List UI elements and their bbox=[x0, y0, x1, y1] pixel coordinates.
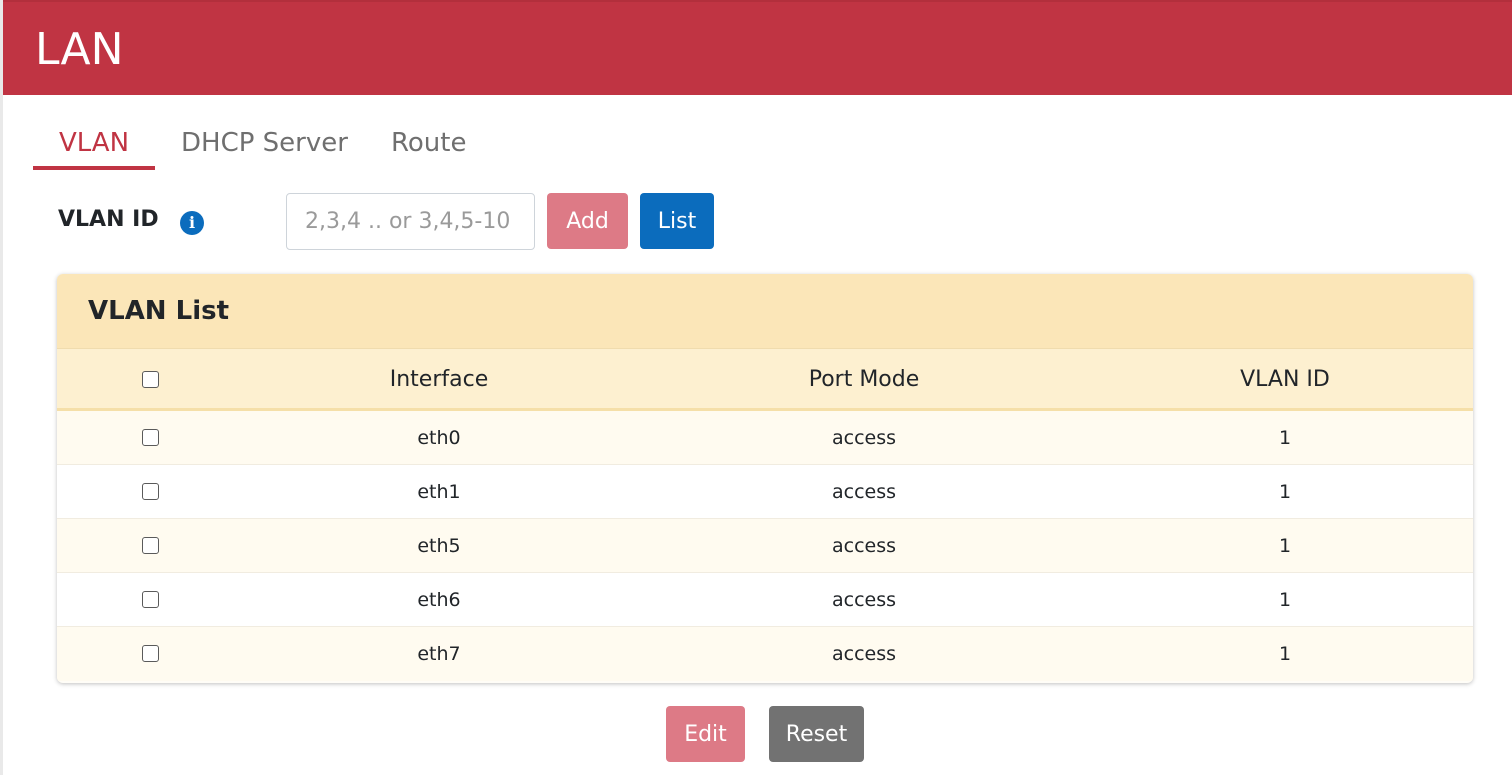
table-row: eth5 access 1 bbox=[57, 519, 1473, 573]
cell-port-mode: access bbox=[831, 427, 897, 449]
tab-route[interactable]: Route bbox=[391, 128, 466, 158]
row-checkbox[interactable] bbox=[142, 483, 159, 500]
column-header-port-mode: Port Mode bbox=[808, 367, 920, 392]
table-row: eth6 access 1 bbox=[57, 573, 1473, 627]
tab-dhcp-server[interactable]: DHCP Server bbox=[181, 128, 348, 158]
cell-port-mode: access bbox=[831, 643, 897, 665]
row-checkbox[interactable] bbox=[142, 645, 159, 662]
row-checkbox[interactable] bbox=[142, 537, 159, 554]
reset-button[interactable]: Reset bbox=[769, 706, 864, 762]
cell-port-mode: access bbox=[831, 535, 897, 557]
column-header-vlan-id: VLAN ID bbox=[1240, 367, 1330, 392]
cell-interface: eth5 bbox=[417, 535, 461, 557]
column-header-interface: Interface bbox=[389, 367, 489, 392]
list-button[interactable]: List bbox=[640, 193, 714, 249]
card-header: VLAN List bbox=[57, 274, 1473, 349]
add-button[interactable]: Add bbox=[547, 193, 628, 249]
cell-vlan-id: 1 bbox=[1278, 643, 1292, 665]
cell-port-mode: access bbox=[831, 589, 897, 611]
cell-vlan-id: 1 bbox=[1278, 535, 1292, 557]
cell-port-mode: access bbox=[831, 481, 897, 503]
vlan-list-card: VLAN List Interface Port Mode VLAN ID et… bbox=[57, 274, 1473, 683]
table-row: eth0 access 1 bbox=[57, 411, 1473, 465]
card-title: VLAN List bbox=[88, 296, 230, 326]
info-icon[interactable]: i bbox=[180, 211, 204, 235]
cell-interface: eth1 bbox=[417, 481, 461, 503]
page-header: LAN bbox=[3, 0, 1512, 95]
cell-interface: eth0 bbox=[417, 427, 461, 449]
table-row: eth7 access 1 bbox=[57, 627, 1473, 681]
table-header: Interface Port Mode VLAN ID bbox=[57, 349, 1473, 411]
cell-vlan-id: 1 bbox=[1278, 589, 1292, 611]
select-all-checkbox[interactable] bbox=[142, 371, 159, 388]
vlan-id-input[interactable] bbox=[286, 193, 535, 250]
row-checkbox[interactable] bbox=[142, 591, 159, 608]
edit-button[interactable]: Edit bbox=[666, 706, 745, 762]
tab-vlan[interactable]: VLAN bbox=[33, 128, 155, 170]
cell-interface: eth6 bbox=[417, 589, 461, 611]
table-row: eth1 access 1 bbox=[57, 465, 1473, 519]
row-checkbox[interactable] bbox=[142, 429, 159, 446]
vlan-id-label: VLAN ID bbox=[58, 207, 159, 232]
page-title: LAN bbox=[35, 24, 124, 75]
cell-vlan-id: 1 bbox=[1278, 427, 1292, 449]
cell-vlan-id: 1 bbox=[1278, 481, 1292, 503]
cell-interface: eth7 bbox=[417, 643, 461, 665]
